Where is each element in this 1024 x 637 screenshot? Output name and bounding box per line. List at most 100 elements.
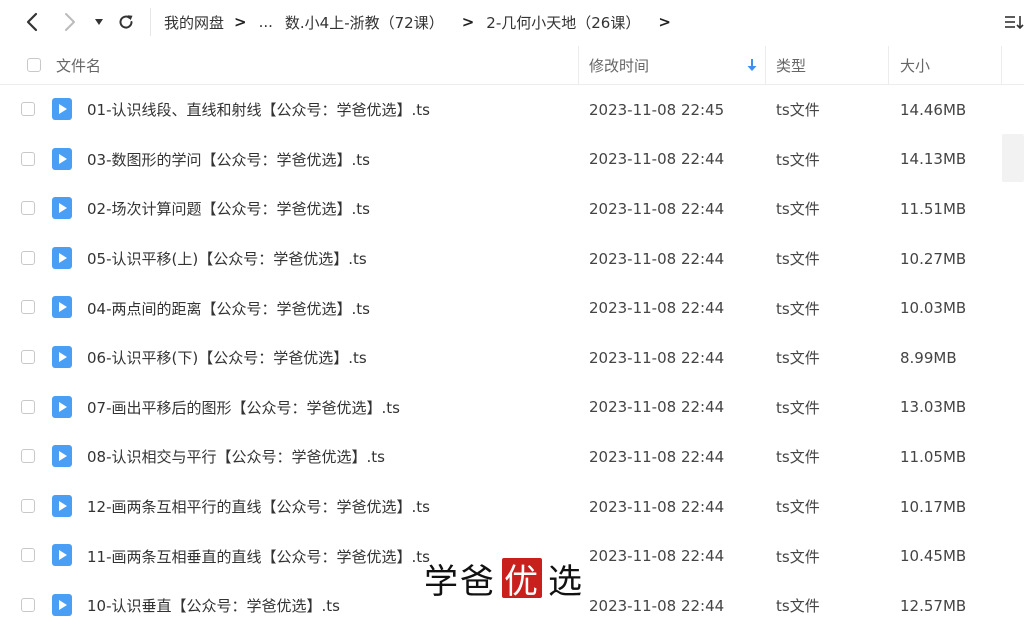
file-size: 13.03MB	[900, 398, 967, 417]
breadcrumb-expand-icon[interactable]: >	[658, 13, 671, 31]
file-list: 01-认识线段、直线和射线【公众号：学爸优选】.ts 2023-11-08 22…	[0, 85, 1002, 631]
row-checkbox[interactable]	[21, 102, 35, 116]
file-name[interactable]: 01-认识线段、直线和射线【公众号：学爸优选】.ts	[87, 85, 430, 135]
column-divider[interactable]	[578, 46, 579, 84]
file-size: 8.99MB	[900, 348, 957, 367]
column-divider[interactable]	[765, 46, 766, 84]
file-type: ts文件	[776, 597, 820, 616]
file-name[interactable]: 05-认识平移(上)【公众号：学爸优选】.ts	[87, 234, 367, 284]
file-row[interactable]: 05-认识平移(上)【公众号：学爸优选】.ts 2023-11-08 22:44…	[0, 234, 1002, 284]
row-checkbox[interactable]	[21, 498, 35, 513]
file-name[interactable]: 03-数图形的学问【公众号：学爸优选】.ts	[87, 135, 370, 185]
breadcrumb-root[interactable]: 我的网盘	[164, 12, 224, 33]
video-file-icon	[52, 494, 72, 517]
video-file-icon	[52, 147, 72, 170]
breadcrumb-separator-icon: >	[461, 13, 475, 31]
file-type: ts文件	[776, 299, 820, 318]
file-type: ts文件	[776, 250, 820, 269]
refresh-button[interactable]	[114, 10, 138, 34]
row-checkbox[interactable]	[21, 151, 35, 166]
file-size: 14.13MB	[900, 150, 967, 169]
file-manager-window: 我的网盘 > ... 数.小4上-浙教（72课） > 2-几何小天地（26课） …	[0, 0, 1024, 637]
history-dropdown-button[interactable]	[90, 10, 108, 34]
file-modified-time: 2023-11-08 22:44	[589, 249, 725, 268]
refresh-icon	[119, 15, 133, 29]
breadcrumb-parent-folder[interactable]: 数.小4上-浙教（72课）	[285, 12, 444, 33]
forward-button[interactable]	[58, 10, 82, 34]
column-divider[interactable]	[888, 46, 889, 84]
file-modified-time: 2023-11-08 22:45	[589, 100, 725, 119]
sort-menu-button[interactable]	[1004, 12, 1024, 32]
video-file-icon	[52, 593, 72, 616]
file-name[interactable]: 06-认识平移(下)【公众号：学爸优选】.ts	[87, 333, 367, 383]
file-name[interactable]: 08-认识相交与平行【公众号：学爸优选】.ts	[87, 432, 385, 482]
file-modified-time: 2023-11-08 22:44	[589, 199, 725, 218]
file-modified-time: 2023-11-08 22:44	[589, 150, 725, 169]
column-header-name[interactable]: 文件名	[56, 46, 101, 84]
chevron-right-icon	[65, 13, 75, 31]
file-name[interactable]: 12-画两条互相平行的直线【公众号：学爸优选】.ts	[87, 482, 430, 532]
file-row[interactable]: 06-认识平移(下)【公众号：学爸优选】.ts 2023-11-08 22:44…	[0, 333, 1002, 383]
column-header-type[interactable]: 类型	[776, 46, 806, 84]
file-modified-time: 2023-11-08 22:44	[589, 596, 725, 615]
file-row[interactable]: 07-画出平移后的图形【公众号：学爸优选】.ts 2023-11-08 22:4…	[0, 383, 1002, 433]
file-type: ts文件	[776, 200, 820, 219]
row-checkbox[interactable]	[21, 548, 35, 563]
file-size: 10.03MB	[900, 299, 967, 318]
file-row[interactable]: 04-两点间的距离【公众号：学爸优选】.ts 2023-11-08 22:44 …	[0, 283, 1002, 333]
video-file-icon	[52, 544, 72, 567]
video-file-icon	[52, 395, 72, 418]
file-name[interactable]: 04-两点间的距离【公众号：学爸优选】.ts	[87, 283, 370, 333]
video-file-icon	[52, 345, 72, 368]
navigation-bar: 我的网盘 > ... 数.小4上-浙教（72课） > 2-几何小天地（26课） …	[0, 0, 1024, 44]
toolbar-divider	[150, 8, 151, 36]
file-row[interactable]: 08-认识相交与平行【公众号：学爸优选】.ts 2023-11-08 22:44…	[0, 432, 1002, 482]
scrollbar-thumb[interactable]	[1002, 134, 1024, 182]
watermark-logo: 学爸 优 选	[424, 556, 584, 602]
file-type: ts文件	[776, 398, 820, 417]
row-checkbox[interactable]	[21, 300, 35, 315]
video-file-icon	[52, 197, 72, 220]
file-row[interactable]: 03-数图形的学问【公众号：学爸优选】.ts 2023-11-08 22:44 …	[0, 135, 1002, 185]
chevron-left-icon	[26, 12, 38, 32]
file-row[interactable]: 02-场次计算问题【公众号：学爸优选】.ts 2023-11-08 22:44 …	[0, 184, 1002, 234]
file-name[interactable]: 11-画两条互相垂直的直线【公众号：学爸优选】.ts	[87, 531, 430, 581]
file-modified-time: 2023-11-08 22:44	[589, 447, 725, 466]
file-row[interactable]: 12-画两条互相平行的直线【公众号：学爸优选】.ts 2023-11-08 22…	[0, 482, 1002, 532]
file-modified-time: 2023-11-08 22:44	[589, 497, 725, 516]
watermark-highlight: 优	[502, 558, 542, 602]
breadcrumb-current-folder[interactable]: 2-几何小天地（26课）	[486, 12, 640, 33]
file-size: 14.46MB	[900, 100, 967, 119]
file-type: ts文件	[776, 498, 820, 517]
file-modified-time: 2023-11-08 22:44	[589, 547, 725, 566]
row-checkbox[interactable]	[21, 449, 35, 464]
file-size: 10.27MB	[900, 249, 967, 268]
file-type: ts文件	[776, 547, 820, 566]
file-size: 11.51MB	[900, 199, 967, 218]
row-checkbox[interactable]	[21, 349, 35, 364]
breadcrumb-separator-icon: >	[234, 13, 247, 31]
column-divider[interactable]	[1001, 46, 1002, 84]
file-name[interactable]: 10-认识垂直【公众号：学爸优选】.ts	[87, 581, 340, 631]
file-modified-time: 2023-11-08 22:44	[589, 299, 725, 318]
file-modified-time: 2023-11-08 22:44	[589, 348, 725, 367]
file-name[interactable]: 07-画出平移后的图形【公众号：学爸优选】.ts	[87, 383, 400, 433]
row-checkbox[interactable]	[21, 201, 35, 216]
sort-list-icon	[1005, 16, 1024, 30]
sort-descending-icon[interactable]	[746, 57, 758, 77]
column-header-size[interactable]: 大小	[900, 46, 930, 84]
file-row[interactable]: 01-认识线段、直线和射线【公众号：学爸优选】.ts 2023-11-08 22…	[0, 85, 1002, 135]
breadcrumb-ellipsis[interactable]: ...	[259, 13, 273, 31]
file-size: 10.17MB	[900, 497, 967, 516]
breadcrumb: 我的网盘 > ... 数.小4上-浙教（72课） > 2-几何小天地（26课） …	[164, 0, 683, 44]
row-checkbox[interactable]	[21, 399, 35, 414]
row-checkbox[interactable]	[21, 250, 35, 265]
select-all-checkbox[interactable]	[27, 58, 41, 72]
row-checkbox[interactable]	[21, 597, 35, 612]
column-header-modified[interactable]: 修改时间	[589, 46, 649, 84]
back-button[interactable]	[20, 10, 44, 34]
file-name[interactable]: 02-场次计算问题【公众号：学爸优选】.ts	[87, 184, 370, 234]
file-type: ts文件	[776, 349, 820, 368]
video-file-icon	[52, 296, 72, 319]
caret-down-icon	[95, 19, 103, 25]
